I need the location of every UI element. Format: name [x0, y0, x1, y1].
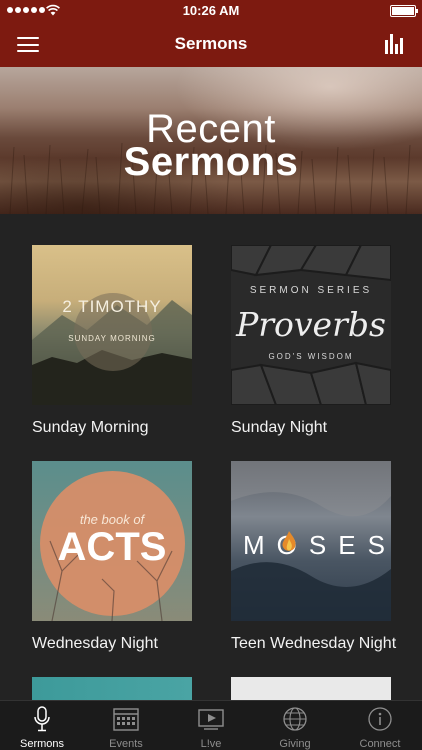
art-series-label: SERMON SERIES: [249, 285, 373, 296]
sermon-artwork[interactable]: the book of ACTS: [32, 461, 192, 621]
tab-label: Sermons: [19, 738, 65, 750]
sermon-label[interactable]: Teen Wednesday Night: [231, 635, 422, 653]
hero-banner: Recent Sermons: [0, 67, 422, 214]
tab-sermons[interactable]: Sermons: [0, 701, 84, 750]
status-time: 10:26 AM: [182, 3, 240, 18]
art-title: Proverbs: [236, 305, 386, 344]
tab-connect[interactable]: Connect: [338, 701, 422, 750]
sermon-artwork[interactable]: MOSES: [231, 461, 391, 621]
tab-giving[interactable]: Giving: [253, 701, 337, 750]
tab-events[interactable]: Events: [84, 701, 168, 750]
sermon-artwork[interactable]: 2 TIMOTHY SUNDAY MORNING: [32, 245, 192, 405]
calendar-icon: [113, 708, 139, 731]
info-icon: [368, 707, 392, 731]
art-title: MOSES: [243, 530, 391, 560]
nav-bar: Sermons: [0, 22, 422, 67]
sermon-artwork[interactable]: [32, 677, 192, 700]
tab-label: L!ve: [200, 738, 222, 750]
page-title: Sermons: [174, 34, 248, 53]
hero-title-line2: Sermons: [123, 140, 299, 184]
sermon-artwork[interactable]: [231, 677, 391, 700]
tab-bar: Sermons Events L!ve Giving Connect: [0, 700, 422, 750]
header-bar: 10:26 AM Sermons: [0, 0, 422, 67]
art-subtitle: GOD'S WISDOM: [268, 352, 354, 361]
globe-icon: [283, 707, 307, 731]
video-play-icon: [198, 709, 224, 730]
sermon-label[interactable]: Sunday Night: [231, 419, 422, 437]
tab-label: Giving: [279, 738, 311, 750]
bar-chart-icon[interactable]: [385, 32, 405, 54]
tab-label: Connect: [359, 738, 401, 750]
flame-icon: [282, 531, 296, 551]
art-title: ACTS: [57, 525, 167, 569]
sermon-label[interactable]: Wednesday Night: [32, 635, 232, 653]
art-title: 2 TIMOTHY: [62, 297, 162, 316]
sermon-artwork[interactable]: SERMON SERIES Proverbs GOD'S WISDOM: [231, 245, 391, 405]
microphone-icon: [34, 706, 50, 732]
sermon-label[interactable]: Sunday Morning: [32, 419, 232, 437]
status-bar: 10:26 AM: [0, 0, 422, 22]
tab-label: Events: [109, 738, 143, 750]
battery-icon: [390, 5, 418, 17]
art-subtitle: SUNDAY MORNING: [68, 334, 156, 343]
app-screen: 10:26 AM Sermons Recent Sermons 2 TIMOTH…: [0, 0, 422, 750]
sermon-grid: 2 TIMOTHY SUNDAY MORNING Sunday Morning …: [0, 214, 422, 700]
tab-live[interactable]: L!ve: [169, 701, 253, 750]
